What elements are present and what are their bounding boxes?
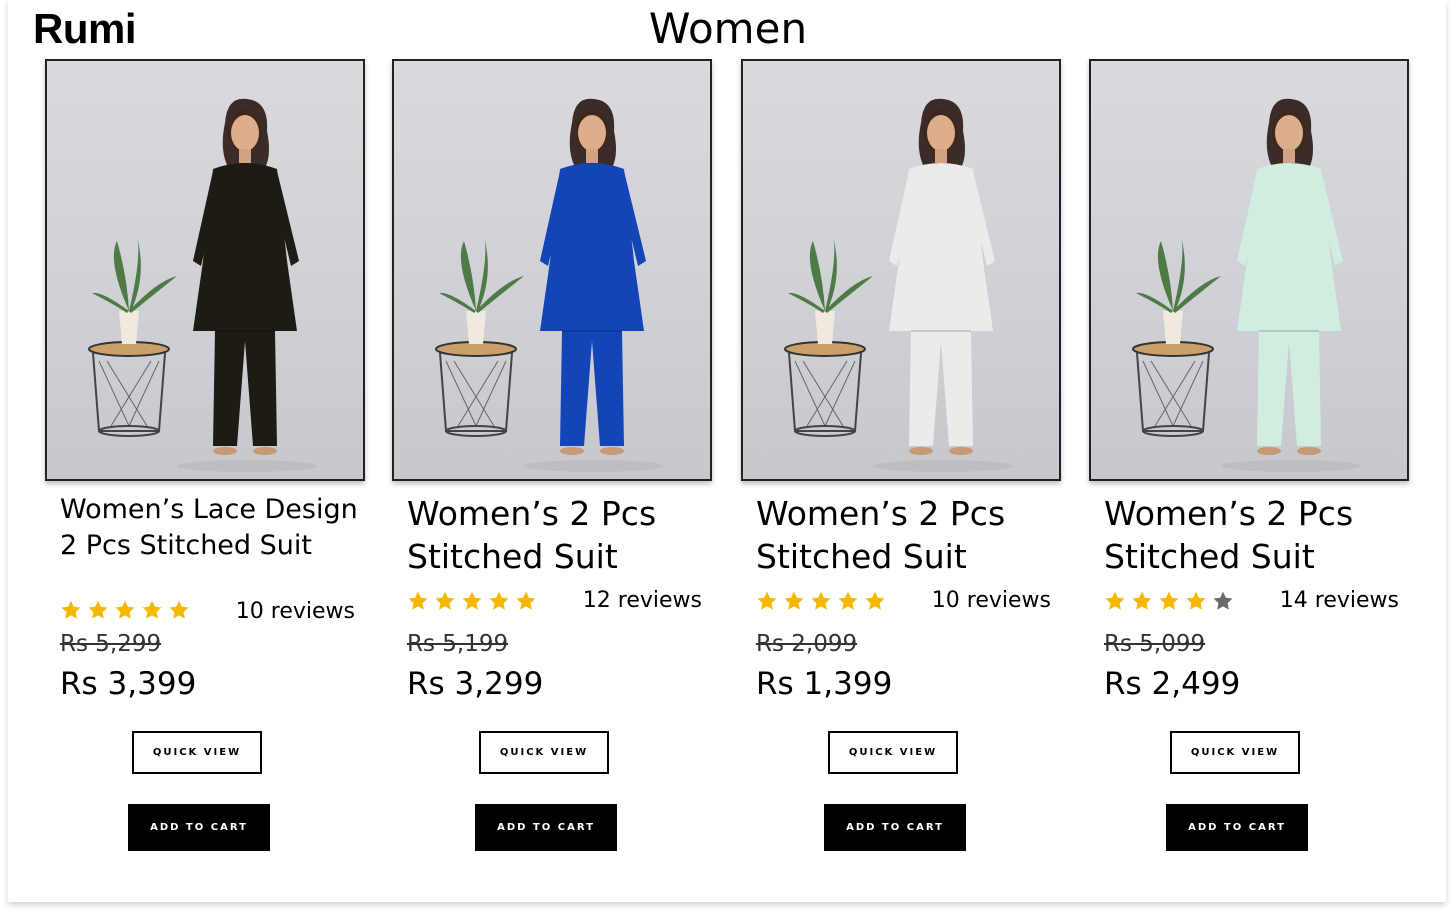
star-filled-icon	[811, 591, 831, 610]
product-name[interactable]: Women’s 2 Pcs Stitched Suit	[1104, 492, 1404, 578]
rating-stars	[60, 599, 190, 623]
product-name[interactable]: Women’s 2 Pcs Stitched Suit	[407, 492, 707, 578]
sale-price: Rs 3,299	[407, 666, 544, 702]
star-filled-icon	[1132, 591, 1152, 610]
product-photo-black-printed-suit	[88, 98, 317, 472]
review-count[interactable]: 10 reviews	[236, 599, 355, 624]
sale-price: Rs 1,399	[756, 666, 893, 702]
star-filled-icon	[838, 591, 858, 610]
quick-view-button[interactable]: QUICK VIEW	[132, 731, 262, 774]
product-photo-blue-suit	[435, 98, 664, 472]
page-title: Women	[648, 4, 808, 53]
add-to-cart-button[interactable]: ADD TO CART	[1166, 804, 1308, 851]
star-filled-icon	[757, 591, 777, 610]
star-filled-icon	[1105, 591, 1125, 610]
star-filled-icon	[516, 591, 536, 610]
product-card: Women’s Lace Design 2 Pcs Stitched Suit …	[45, 59, 365, 859]
star-filled-icon	[489, 591, 509, 610]
star-filled-icon	[88, 600, 108, 619]
product-card: Women’s 2 Pcs Stitched Suit 12 reviews R…	[392, 59, 712, 859]
star-filled-icon	[1186, 591, 1206, 610]
product-photo-mint-floral-suit	[1132, 98, 1361, 472]
star-filled-icon	[1159, 591, 1179, 610]
add-to-cart-button[interactable]: ADD TO CART	[128, 804, 270, 851]
rating-stars	[756, 590, 886, 614]
quick-view-button[interactable]: QUICK VIEW	[1170, 731, 1300, 774]
star-filled-icon	[169, 600, 189, 619]
add-to-cart-button[interactable]: ADD TO CART	[475, 804, 617, 851]
original-price: Rs 5,199	[407, 631, 509, 657]
rating-stars	[407, 590, 537, 614]
original-price: Rs 5,099	[1104, 631, 1206, 657]
product-image[interactable]	[45, 59, 365, 481]
star-empty-icon	[1213, 591, 1233, 610]
review-count[interactable]: 10 reviews	[932, 588, 1051, 613]
product-card: Women’s 2 Pcs Stitched Suit 10 reviews R…	[741, 59, 1061, 859]
rating-stars	[1104, 590, 1234, 614]
star-filled-icon	[435, 591, 455, 610]
review-count[interactable]: 12 reviews	[583, 588, 702, 613]
star-filled-icon	[142, 600, 162, 619]
product-image[interactable]	[741, 59, 1061, 481]
star-filled-icon	[115, 600, 135, 619]
product-name[interactable]: Women’s 2 Pcs Stitched Suit	[756, 492, 1056, 578]
star-filled-icon	[865, 591, 885, 610]
original-price: Rs 2,099	[756, 631, 858, 657]
quick-view-button[interactable]: QUICK VIEW	[479, 731, 609, 774]
original-price: Rs 5,299	[60, 631, 162, 657]
sale-price: Rs 3,399	[60, 666, 197, 702]
product-card: Women’s 2 Pcs Stitched Suit 14 reviews R…	[1089, 59, 1409, 859]
star-filled-icon	[61, 600, 81, 619]
product-photo-white-suit	[784, 98, 1013, 472]
quick-view-button[interactable]: QUICK VIEW	[828, 731, 958, 774]
sale-price: Rs 2,499	[1104, 666, 1241, 702]
review-count[interactable]: 14 reviews	[1280, 588, 1399, 613]
star-filled-icon	[784, 591, 804, 610]
add-to-cart-button[interactable]: ADD TO CART	[824, 804, 966, 851]
star-filled-icon	[462, 591, 482, 610]
product-image[interactable]	[1089, 59, 1409, 481]
product-name[interactable]: Women’s Lace Design 2 Pcs Stitched Suit	[60, 492, 360, 564]
star-filled-icon	[408, 591, 428, 610]
product-image[interactable]	[392, 59, 712, 481]
